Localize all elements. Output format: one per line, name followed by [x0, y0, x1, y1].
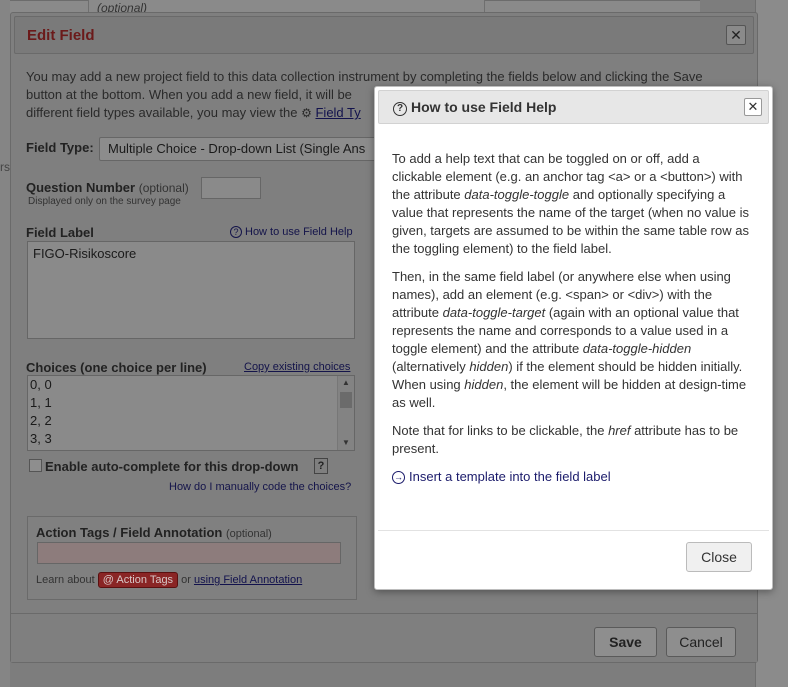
choices-scrollbar[interactable]: ▲ ▼	[337, 376, 354, 450]
insert-template-link[interactable]: → Insert a template into the field label	[392, 468, 752, 486]
field-help-content: To add a help text that can be toggled o…	[392, 150, 752, 486]
field-type-label: Field Type:	[26, 140, 94, 155]
edit-field-footer: Save Cancel	[11, 613, 757, 662]
help-text: Note that for links to be clickable, the	[392, 423, 609, 438]
intro-line-1: You may add a new project field to this …	[26, 69, 703, 84]
insert-template-text: Insert a template into the field label	[409, 469, 611, 484]
field-types-video-link[interactable]: Field Ty	[315, 105, 360, 120]
field-help-divider	[378, 530, 769, 531]
field-help-modal: ? How to use Field Help ✕ To add a help t…	[374, 86, 773, 590]
choices-textarea[interactable]: 0, 0 1, 1 2, 2 3, 3 ▲ ▼	[27, 375, 355, 451]
action-tags-optional: (optional)	[225, 528, 272, 540]
how-to-use-field-help-text: How to use Field Help	[245, 226, 353, 238]
question-number-input[interactable]	[201, 177, 261, 199]
choice-line: 2, 2	[30, 413, 52, 428]
field-help-title-text: How to use Field Help	[411, 99, 557, 115]
field-help-close-button[interactable]: Close	[686, 542, 752, 572]
question-circle-icon: ?	[230, 226, 242, 238]
help-attribute: data-toggle-toggle	[464, 187, 570, 202]
background-side-text: rs	[0, 160, 10, 174]
field-type-select[interactable]: Multiple Choice - Drop-down List (Single…	[99, 137, 399, 161]
choice-line: 1, 1	[30, 395, 52, 410]
autocomplete-help-icon[interactable]: ?	[314, 458, 328, 474]
field-help-titlebar: ? How to use Field Help ✕	[378, 90, 769, 124]
edit-field-titlebar: Edit Field ✕	[14, 16, 754, 54]
choices-label: Choices (one choice per line)	[26, 360, 207, 375]
action-tags-button[interactable]: @ Action Tags	[97, 572, 179, 588]
film-reel-icon: ⚙	[301, 106, 312, 120]
help-paragraph-3: Note that for links to be clickable, the…	[392, 422, 752, 458]
manual-code-choices-link[interactable]: How do I manually code the choices?	[169, 481, 351, 493]
scroll-down-icon[interactable]: ▼	[338, 436, 354, 450]
help-attribute: hidden	[464, 377, 504, 392]
choice-line: 3, 3	[30, 431, 52, 446]
edit-field-title: Edit Field	[27, 27, 95, 44]
background-left-edge	[0, 0, 10, 687]
intro-line-3-text: different field types available, you may…	[26, 105, 298, 120]
cancel-button[interactable]: Cancel	[666, 627, 736, 657]
help-attribute: href	[608, 423, 631, 438]
help-paragraph-2: Then, in the same field label (or anywhe…	[392, 268, 752, 412]
or-text: or	[181, 574, 191, 586]
field-help-close-icon[interactable]: ✕	[744, 98, 762, 116]
autocomplete-label: Enable auto-complete for this drop-down	[45, 459, 299, 474]
save-button[interactable]: Save	[594, 627, 657, 657]
field-label-label: Field Label	[26, 225, 94, 240]
learn-about-text: Learn about	[36, 574, 95, 586]
question-number-optional: (optional)	[138, 181, 189, 195]
scroll-thumb[interactable]	[340, 392, 352, 408]
help-attribute: hidden	[469, 359, 509, 374]
help-attribute: data-toggle-target	[442, 305, 546, 320]
field-annotation-link[interactable]: using Field Annotation	[194, 574, 302, 586]
action-tags-label-text: Action Tags / Field Annotation	[36, 525, 223, 540]
field-label-textarea[interactable]: FIGO-Risikoscore	[27, 241, 355, 339]
help-text: (alternatively	[392, 359, 470, 374]
action-tags-input[interactable]	[37, 542, 341, 564]
question-number-label: Question Number (optional)	[26, 180, 189, 195]
action-tags-label: Action Tags / Field Annotation (optional…	[36, 525, 272, 540]
action-tags-learn-row: Learn about @ Action Tags or using Field…	[36, 572, 302, 588]
question-circle-icon: ?	[393, 102, 407, 116]
choice-line: 0, 0	[30, 377, 52, 392]
edit-field-close-icon[interactable]: ✕	[726, 25, 746, 45]
arrow-circle-right-icon: →	[392, 471, 405, 484]
autocomplete-checkbox[interactable]	[29, 459, 42, 472]
action-tags-section: Action Tags / Field Annotation (optional…	[27, 516, 357, 600]
scroll-up-icon[interactable]: ▲	[338, 376, 354, 390]
help-paragraph-1: To add a help text that can be toggled o…	[392, 150, 752, 258]
question-number-note: Displayed only on the survey page	[28, 196, 181, 207]
field-help-title: ? How to use Field Help	[393, 99, 556, 116]
question-number-label-text: Question Number	[26, 180, 136, 195]
help-attribute: data-toggle-hidden	[582, 341, 692, 356]
how-to-use-field-help-link[interactable]: ? How to use Field Help	[230, 226, 353, 238]
copy-existing-choices-link[interactable]: Copy existing choices	[244, 361, 350, 373]
